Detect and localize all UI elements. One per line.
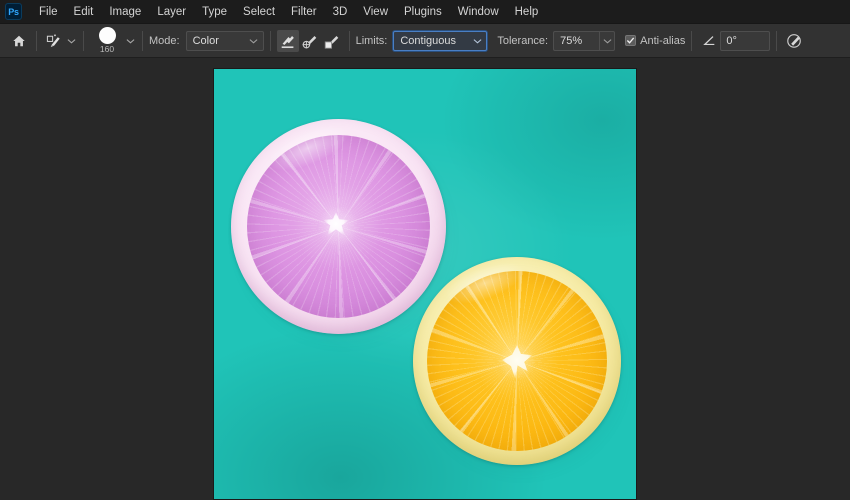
limits-chevron-down-icon: [470, 38, 484, 44]
sample-once-icon[interactable]: [299, 30, 321, 52]
menu-item-view[interactable]: View: [355, 3, 396, 21]
orange-citrus-slice: [413, 253, 626, 475]
anti-alias-label: Anti-alias: [640, 34, 686, 47]
menu-item-select[interactable]: Select: [235, 3, 283, 21]
document-canvas[interactable]: [213, 68, 637, 500]
menu-item-filter[interactable]: Filter: [283, 3, 325, 21]
workspace: [0, 58, 850, 500]
menu-item-3d[interactable]: 3D: [325, 3, 356, 21]
menu-item-plugins[interactable]: Plugins: [396, 3, 450, 21]
limits-label: Limits:: [355, 34, 388, 47]
menu-item-image[interactable]: Image: [101, 3, 149, 21]
tolerance-value: 75%: [560, 34, 583, 47]
menu-item-help[interactable]: Help: [507, 3, 547, 21]
sample-continuous-icon[interactable]: [276, 29, 299, 52]
tolerance-chevron-down-icon[interactable]: [599, 30, 616, 51]
brush-preset-icon[interactable]: [43, 30, 65, 52]
mode-label: Mode:: [149, 34, 180, 47]
menu-item-layer[interactable]: Layer: [149, 3, 194, 21]
photoshop-logo-icon: Ps: [5, 3, 22, 20]
mode-dropdown[interactable]: Color: [185, 30, 264, 51]
menu-item-edit[interactable]: Edit: [66, 3, 102, 21]
sample-background-swatch-icon[interactable]: [321, 30, 343, 52]
brush-tip-circle-icon: [98, 27, 116, 44]
brush-settings-chevron-down-icon[interactable]: [124, 32, 136, 50]
limits-dropdown[interactable]: Contiguous: [393, 30, 488, 51]
tool-options-bar: 160 Mode: Color Limits: Contiguous Toler…: [0, 24, 850, 58]
menu-item-file[interactable]: File: [31, 3, 66, 21]
angle-input[interactable]: 0°: [720, 30, 771, 51]
mode-value: Color: [192, 34, 219, 47]
angle-value: 0°: [726, 34, 737, 47]
menu-bar: Ps File Edit Image Layer Type Select Fil…: [0, 0, 850, 24]
limits-value: Contiguous: [400, 34, 457, 47]
angle-protractor-icon: [698, 30, 720, 52]
brush-size-label: 160: [99, 44, 115, 54]
photo-image: [214, 69, 636, 499]
mode-chevron-down-icon: [247, 38, 261, 44]
brush-preset-chevron-down-icon[interactable]: [65, 32, 77, 50]
brush-size-preview[interactable]: 160: [90, 25, 124, 57]
menu-item-window[interactable]: Window: [450, 3, 507, 21]
pressure-size-toggle-icon[interactable]: [783, 30, 805, 52]
photoshop-window: Ps File Edit Image Layer Type Select Fil…: [0, 0, 850, 500]
home-icon[interactable]: [8, 30, 30, 52]
tolerance-input[interactable]: 75%: [553, 30, 600, 51]
anti-alias-checkbox[interactable]: Anti-alias: [625, 35, 685, 47]
anti-alias-check-icon: [625, 35, 637, 46]
menu-item-type[interactable]: Type: [194, 3, 235, 21]
tolerance-label: Tolerance:: [497, 34, 549, 47]
